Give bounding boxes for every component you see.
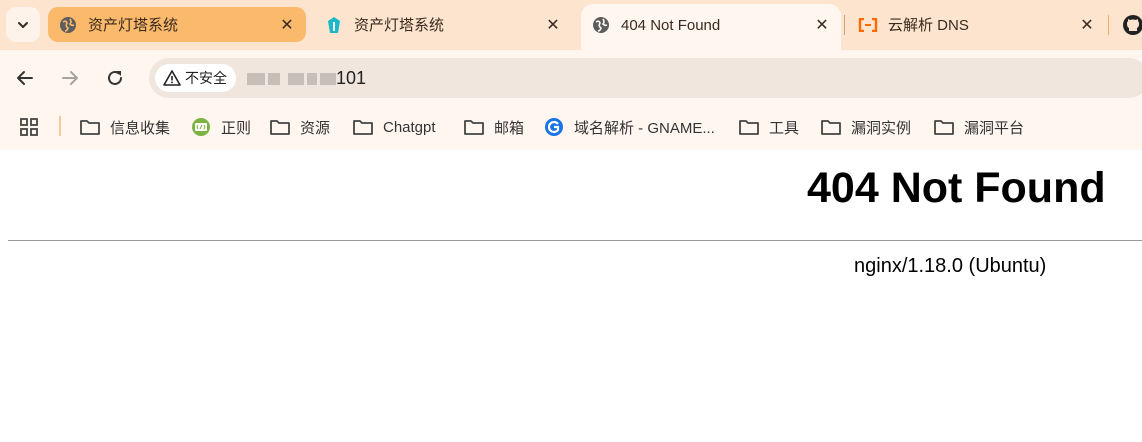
bookmark-label: 资源 (300, 119, 331, 137)
bookmark-label: 信息收集 (110, 119, 171, 137)
bookmark-label: 漏洞平台 (964, 119, 1025, 137)
bookmark-resources[interactable]: 资源 (269, 116, 330, 138)
globe-icon (591, 15, 611, 35)
apps-button[interactable] (18, 116, 40, 138)
close-tab-icon[interactable]: ✕ (278, 16, 296, 34)
tab-title: 资产灯塔系统 (354, 17, 445, 34)
bookmark-mailbox[interactable]: 邮箱 (463, 116, 524, 138)
tab-404-not-found[interactable]: 404 Not Found ✕ (581, 4, 841, 50)
bookmark-vuln-platform[interactable]: 漏洞平台 (933, 116, 1024, 138)
folder-icon (463, 116, 485, 138)
folder-icon (933, 116, 955, 138)
close-tab-icon[interactable]: ✕ (1078, 16, 1096, 34)
folder-icon (738, 116, 760, 138)
redacted-url-part (307, 72, 317, 85)
tab-asset-lighthouse-2[interactable]: 资产灯塔系统 ✕ (314, 7, 572, 42)
tab-strip: 资产灯塔系统 ✕ 资产灯塔系统 ✕ 404 Not Found ✕ 云解析 DN… (0, 0, 1142, 50)
page-title: 404 Not Found (807, 164, 1106, 212)
back-button[interactable] (11, 64, 39, 92)
security-label: 不安全 (185, 70, 227, 86)
folder-icon (820, 116, 842, 138)
globe-icon (58, 15, 78, 35)
security-chip[interactable]: 不安全 (155, 64, 236, 92)
arrow-right-icon (62, 71, 78, 85)
close-tab-icon[interactable]: ✕ (813, 16, 831, 34)
redacted-url-part (268, 72, 280, 85)
bookmark-chatgpt[interactable]: Chatgpt (352, 116, 436, 138)
redacted-url-part (247, 72, 265, 85)
reload-button[interactable] (101, 64, 129, 92)
lighthouse-app-icon (324, 15, 344, 35)
bookmark-label: 正则 (221, 119, 252, 137)
tab-asset-lighthouse-1[interactable]: 资产灯塔系统 ✕ (48, 7, 306, 42)
bookmark-label: 工具 (769, 119, 800, 137)
url-visible-suffix: 101 (336, 68, 367, 88)
regex-site-icon (190, 116, 212, 138)
tab-search-button[interactable] (6, 7, 40, 42)
tab-aliyun-dns[interactable]: 云解析 DNS ✕ (848, 7, 1106, 42)
divider (8, 240, 1142, 241)
browser-toolbar: 不安全 101 (0, 50, 1142, 106)
tab-title: 404 Not Found (621, 16, 721, 34)
bookmark-label: 邮箱 (494, 119, 525, 137)
bookmark-vuln-examples[interactable]: 漏洞实例 (820, 116, 911, 138)
bookmark-label: Chatgpt (383, 118, 436, 136)
bookmark-info-gathering[interactable]: 信息收集 (79, 116, 170, 138)
tab-separator (1108, 15, 1109, 35)
reload-icon (108, 70, 122, 85)
redacted-url-part (288, 72, 304, 85)
bookmark-label: 域名解析 - GNAME... (574, 119, 715, 137)
url-text: 101 (247, 68, 366, 89)
gname-site-icon (543, 116, 565, 138)
aliyun-icon (858, 15, 878, 35)
chevron-down-icon (18, 21, 28, 28)
address-bar[interactable]: 不安全 101 (149, 58, 1142, 98)
page-content: 404 Not Found nginx/1.18.0 (Ubuntu) (0, 150, 1142, 442)
bookmark-tools[interactable]: 工具 (738, 116, 799, 138)
bookmarks-separator (59, 116, 61, 136)
github-icon[interactable] (1122, 14, 1142, 36)
apps-grid-icon (20, 118, 38, 136)
tab-separator (844, 15, 845, 35)
bookmark-regex[interactable]: 正则 (190, 116, 251, 138)
bookmark-label: 漏洞实例 (851, 119, 912, 137)
tab-title: 云解析 DNS (888, 17, 969, 34)
folder-icon (352, 116, 374, 138)
server-info: nginx/1.18.0 (Ubuntu) (854, 255, 1047, 277)
forward-button[interactable] (56, 64, 84, 92)
close-tab-icon[interactable]: ✕ (544, 16, 562, 34)
bookmark-gname-dns[interactable]: 域名解析 - GNAME... (543, 116, 715, 138)
redacted-url-part (320, 72, 336, 85)
folder-icon (269, 116, 291, 138)
folder-icon (79, 116, 101, 138)
warning-icon (163, 70, 181, 86)
tab-title: 资产灯塔系统 (88, 17, 179, 34)
arrow-left-icon (17, 71, 33, 85)
